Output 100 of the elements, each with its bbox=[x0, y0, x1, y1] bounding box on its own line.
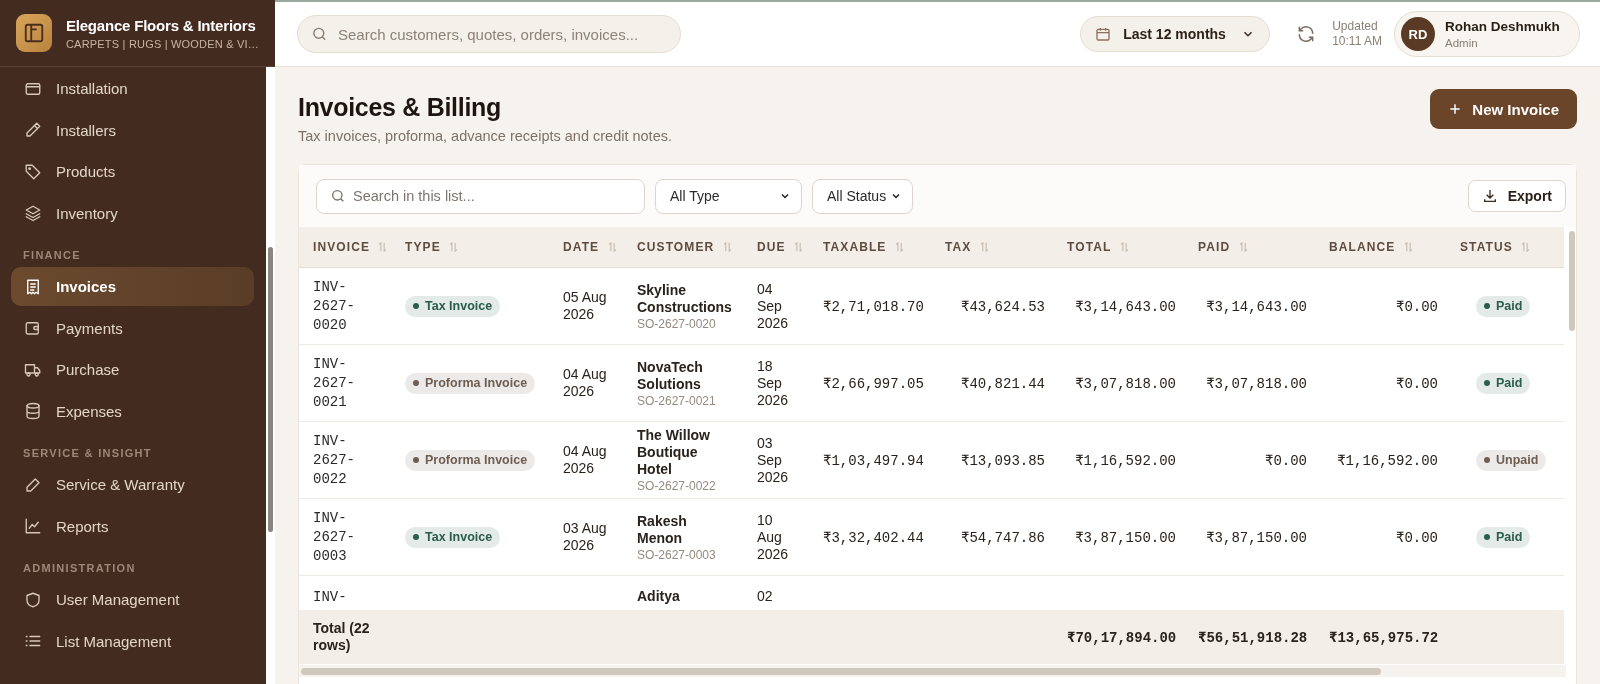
due-date-cell-text: 04 Sep 2026 bbox=[757, 280, 790, 332]
invoice-number[interactable]: INV-2627-0022 bbox=[313, 431, 355, 489]
logo-icon bbox=[16, 14, 52, 52]
search-icon bbox=[330, 188, 346, 204]
column-header[interactable]: DUE bbox=[757, 240, 786, 254]
page-subtitle: Tax invoices, proforma, advance receipts and credit notes. bbox=[298, 128, 672, 144]
invoice-number[interactable]: INV-2627-0003 bbox=[313, 508, 355, 566]
invoice-number[interactable]: INV-2627-0020 bbox=[313, 277, 355, 335]
sort-icon[interactable] bbox=[378, 242, 388, 252]
sort-icon[interactable] bbox=[1521, 242, 1531, 252]
search-field[interactable]: Search customers, quotes, orders, invoices... bbox=[297, 15, 681, 53]
amount-cell: ₹3,87,150.00 bbox=[1206, 529, 1307, 546]
nav-item[interactable]: Expenses bbox=[11, 391, 254, 431]
nav-section-label: SERVICE & INSIGHT bbox=[22, 446, 153, 461]
new-invoice-button[interactable]: New Invoice bbox=[1430, 89, 1577, 129]
sort-icon[interactable] bbox=[1238, 242, 1248, 252]
due-date-cell-text: 10 Aug 2026 bbox=[757, 511, 790, 563]
page-title: Invoices & Billing bbox=[298, 93, 502, 122]
brand-tagline: CARPETS | RUGS | WOODEN & VI… bbox=[65, 37, 259, 50]
database-icon bbox=[24, 402, 42, 420]
wallet-icon bbox=[24, 319, 42, 337]
updated-time: 10:11 AM bbox=[1332, 34, 1382, 49]
search-icon bbox=[311, 25, 328, 43]
column-header[interactable]: STATUS bbox=[1460, 240, 1513, 254]
sort-icon[interactable] bbox=[1403, 242, 1413, 252]
column-header[interactable]: DATE bbox=[563, 240, 600, 254]
amount-cell: ₹0.00 bbox=[1264, 452, 1307, 469]
amount-cell: ₹54,747.86 bbox=[960, 529, 1045, 546]
sort-icon[interactable] bbox=[794, 242, 804, 252]
user-menu[interactable]: RD Rohan Deshmukh Admin bbox=[1394, 11, 1580, 57]
user-name: Rohan Deshmukh bbox=[1445, 19, 1560, 34]
due-date-cell-text: 18 Sep 2026 bbox=[757, 357, 790, 409]
nav-item[interactable]: Payments bbox=[11, 308, 254, 348]
nav-item[interactable]: Reports bbox=[11, 506, 254, 546]
calendar-icon bbox=[1095, 26, 1112, 42]
sort-icon[interactable] bbox=[449, 242, 459, 252]
download-icon bbox=[1481, 188, 1498, 204]
due-date-cell-text: 03 Sep 2026 bbox=[757, 434, 790, 486]
amount-cell: ₹3,07,818.00 bbox=[1075, 375, 1176, 392]
nav-item[interactable]: Installers bbox=[11, 110, 254, 150]
column-header[interactable]: TAXABLE bbox=[823, 240, 887, 254]
pencil-icon bbox=[24, 121, 42, 139]
amount-cell: ₹3,87,150.00 bbox=[1075, 529, 1176, 546]
column-header[interactable]: TOTAL bbox=[1067, 240, 1112, 254]
date-cell-text: 04 Aug 2026 bbox=[563, 366, 608, 400]
date-cell-text: 04 Aug 2026 bbox=[563, 443, 608, 477]
invoice-number[interactable]: INV- bbox=[313, 588, 355, 607]
type-badge: Tax Invoice bbox=[405, 295, 501, 317]
total-amount: ₹13,65,975.72 bbox=[1329, 629, 1439, 646]
type-badge: Tax Invoice bbox=[405, 526, 501, 548]
customer-name: Skyline Constructions bbox=[637, 281, 733, 316]
amount-cell: ₹3,14,643.00 bbox=[1206, 298, 1307, 315]
nav-item[interactable]: List Management bbox=[11, 621, 254, 661]
customer-name: Rakesh Menon bbox=[637, 512, 688, 547]
column-header[interactable]: BALANCE bbox=[1329, 240, 1396, 254]
customer-name: Aditya bbox=[637, 588, 681, 605]
amount-cell: ₹1,16,592.00 bbox=[1075, 452, 1176, 469]
order-number: SO-2627-0020 bbox=[637, 316, 717, 331]
sort-icon[interactable] bbox=[1119, 242, 1129, 252]
status-badge: Paid bbox=[1476, 372, 1531, 394]
date-range-dropdown[interactable]: Last 12 months bbox=[1080, 16, 1271, 52]
nav-item[interactable]: Inventory bbox=[11, 193, 254, 233]
export-button[interactable]: Export bbox=[1467, 180, 1566, 212]
column-header[interactable]: PAID bbox=[1198, 240, 1231, 254]
nav-item[interactable]: Purchase bbox=[11, 350, 254, 389]
column-header[interactable]: TYPE bbox=[405, 240, 441, 254]
amount-cell: ₹40,821.44 bbox=[960, 375, 1045, 392]
tag-icon bbox=[24, 162, 42, 181]
column-header[interactable]: INVOICE bbox=[313, 240, 371, 254]
type-filter-select[interactable]: All Type bbox=[655, 178, 802, 214]
customer-name: NovaTech Solutions bbox=[637, 358, 704, 393]
nav-item[interactable]: Products bbox=[11, 152, 254, 191]
amount-cell: ₹0.00 bbox=[1395, 529, 1438, 546]
invoice-number[interactable]: INV-2627-0021 bbox=[313, 354, 355, 412]
pen-icon bbox=[24, 475, 42, 494]
nav-section-label: ADMINISTRATION bbox=[22, 561, 137, 576]
amount-cell: ₹3,32,402.44 bbox=[823, 529, 924, 546]
amount-cell: ₹13,093.85 bbox=[960, 452, 1045, 469]
sort-icon[interactable] bbox=[607, 242, 617, 252]
nav-item[interactable]: Installation bbox=[11, 69, 254, 108]
vertical-scrollbar[interactable] bbox=[1569, 231, 1575, 331]
plus-icon bbox=[1448, 102, 1463, 116]
nav-item[interactable]: User Management bbox=[11, 580, 254, 619]
sort-icon[interactable] bbox=[894, 242, 904, 252]
list-search-field[interactable]: Search in this list... bbox=[316, 178, 645, 214]
nav-item[interactable]: Invoices bbox=[11, 267, 254, 306]
column-header[interactable]: TAX bbox=[945, 240, 972, 254]
status-badge: Paid bbox=[1476, 295, 1531, 317]
chart-icon bbox=[24, 517, 42, 535]
amount-cell: ₹1,16,592.00 bbox=[1337, 452, 1438, 469]
user-role: Admin bbox=[1445, 37, 1479, 49]
nav-item[interactable]: Service & Warranty bbox=[11, 465, 254, 504]
amount-cell: ₹3,07,818.00 bbox=[1206, 375, 1307, 392]
date-cell-text: 05 Aug 2026 bbox=[563, 289, 608, 323]
brand-name: Elegance Floors & Interiors bbox=[65, 16, 257, 34]
order-number: SO-2627-0003 bbox=[637, 547, 717, 562]
status-filter-select[interactable]: All Status bbox=[812, 178, 913, 214]
sort-icon[interactable] bbox=[979, 242, 989, 252]
sort-icon[interactable] bbox=[722, 242, 732, 252]
amount-cell: ₹1,03,497.94 bbox=[823, 452, 924, 469]
